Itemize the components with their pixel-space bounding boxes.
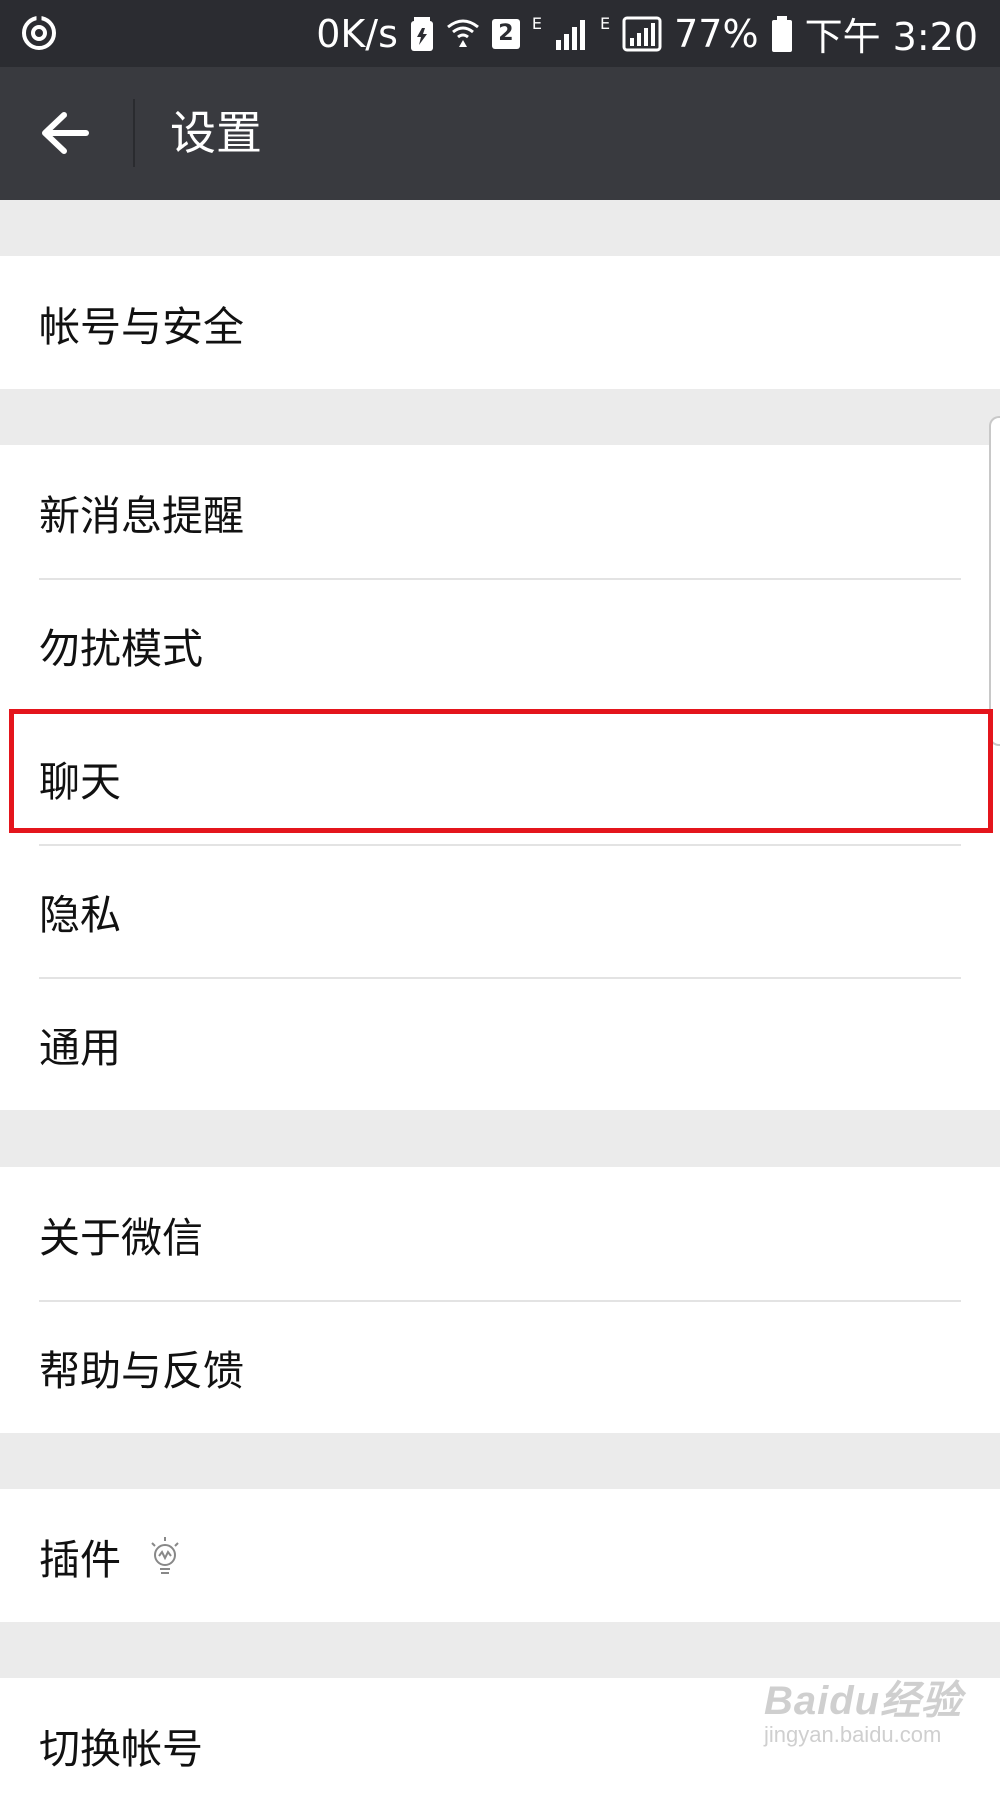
edge-scroll-handle[interactable] <box>989 416 1000 746</box>
settings-item-privacy[interactable]: 隐私 <box>0 844 1000 977</box>
battery-icon <box>771 15 792 52</box>
title-divider <box>133 99 135 167</box>
status-indicators: 0K/s 2 E E 77% 下午 3:20 <box>316 0 978 67</box>
settings-item-label: 帮助与反馈 <box>39 1346 244 1395</box>
watermark-logo: Baidu经验 jingyan.baidu.com <box>764 1668 962 1748</box>
settings-item-label: 插件 <box>39 1535 121 1584</box>
settings-item-account-security[interactable]: 帐号与安全 <box>0 256 1000 389</box>
battery-saver-icon <box>410 16 433 51</box>
settings-item-do-not-disturb[interactable]: 勿扰模式 <box>0 578 1000 711</box>
page-title: 设置 <box>170 106 262 160</box>
settings-item-label: 隐私 <box>39 890 121 939</box>
battery-percentage: 77% <box>674 11 759 56</box>
back-arrow-icon <box>42 112 89 154</box>
settings-item-label: 帐号与安全 <box>39 302 244 351</box>
settings-group-about: 关于微信 帮助与反馈 <box>0 1167 1000 1433</box>
watermark-sub: jingyan.baidu.com <box>764 1722 942 1747</box>
settings-group-main: 新消息提醒 勿扰模式 聊天 隐私 通用 <box>0 445 1000 1110</box>
settings-item-help-feedback[interactable]: 帮助与反馈 <box>0 1300 1000 1433</box>
network-speed: 0K/s <box>316 11 398 56</box>
signal-icon <box>556 19 585 50</box>
app-status-icon <box>22 16 56 50</box>
network-type-1: E <box>531 14 542 33</box>
settings-item-plugins[interactable]: 插件 <box>0 1489 1000 1622</box>
settings-item-label: 新消息提醒 <box>39 491 244 540</box>
settings-item-label: 勿扰模式 <box>39 624 203 673</box>
settings-item-general[interactable]: 通用 <box>0 977 1000 1110</box>
settings-item-new-message-alert[interactable]: 新消息提醒 <box>0 445 1000 578</box>
settings-item-about-wechat[interactable]: 关于微信 <box>0 1167 1000 1300</box>
wifi-icon <box>446 19 479 47</box>
status-bar: 0K/s 2 E E 77% 下午 3:20 <box>0 0 1000 67</box>
network-type-2: E <box>600 14 611 33</box>
settings-group-plugins: 插件 <box>0 1489 1000 1622</box>
clock: 下午 3:20 <box>804 15 978 59</box>
watermark-main: Baidu经验 <box>764 1679 963 1723</box>
back-button[interactable] <box>30 103 100 163</box>
lightbulb-icon <box>151 1536 179 1574</box>
settings-item-label: 聊天 <box>39 757 121 806</box>
title-bar: 设置 <box>0 67 1000 200</box>
signal-icon <box>622 16 662 51</box>
settings-item-label: 切换帐号 <box>39 1724 203 1773</box>
settings-item-chat[interactable]: 聊天 <box>0 711 1000 844</box>
settings-item-label: 关于微信 <box>39 1213 203 1262</box>
sim-badge: 2 <box>491 18 520 49</box>
settings-item-label: 通用 <box>39 1023 121 1072</box>
settings-group-account: 帐号与安全 <box>0 256 1000 389</box>
